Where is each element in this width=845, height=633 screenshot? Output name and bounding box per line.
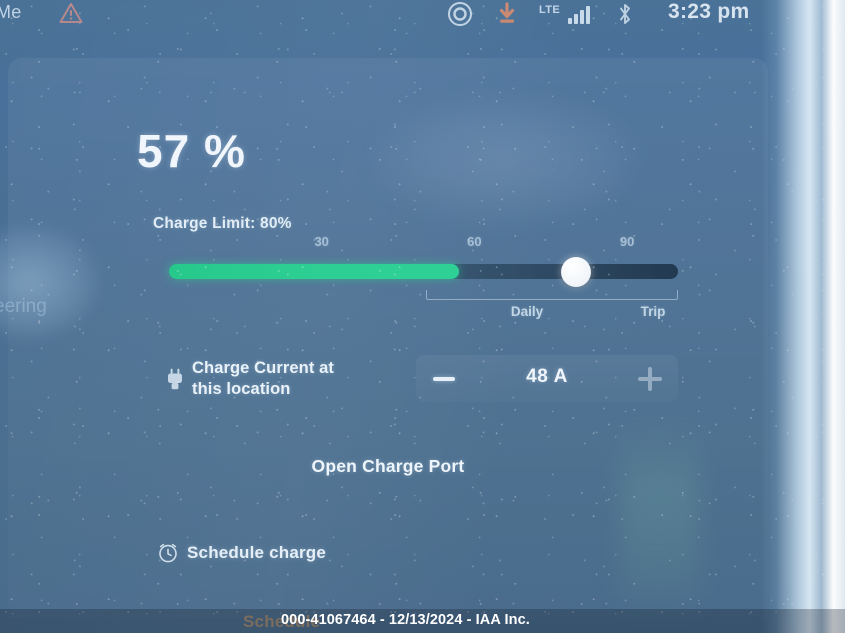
charge-limit-slider[interactable]: 30 60 90 Daily Trip: [8, 228, 768, 328]
charge-current-stepper: 48 A: [416, 355, 678, 402]
slider-mode-trip-label: Trip: [640, 304, 666, 319]
record-circle-icon: [447, 1, 473, 27]
status-bar-profile-label[interactable]: Me: [0, 2, 21, 23]
open-charge-port-button[interactable]: Open Charge Port: [8, 456, 768, 477]
charge-current-label-line1: Charge Current at: [192, 359, 334, 377]
download-arrow-icon[interactable]: [494, 2, 520, 26]
auction-watermark-bar: 000-41067464 - 12/13/2024 - IAA Inc.: [0, 609, 845, 633]
slider-track[interactable]: [169, 264, 678, 279]
plus-icon: [638, 366, 662, 391]
charge-current-label: Charge Current at this location: [192, 358, 402, 400]
charge-plug-icon: [166, 368, 184, 392]
charging-panel: 57 % Charge Limit: 80% 30 60 90 Daily Tr…: [8, 58, 768, 618]
clock-time-label: 3:23 pm: [668, 0, 750, 23]
steering-menu-partial-label[interactable]: eering: [0, 296, 47, 318]
slider-tick-30: 30: [314, 234, 329, 249]
schedule-charge-button[interactable]: Schedule charge: [158, 540, 326, 566]
network-type-label: LTE: [539, 4, 561, 16]
bluetooth-icon[interactable]: [615, 2, 635, 26]
daily-trip-bracket: [426, 290, 678, 300]
increase-current-button[interactable]: [622, 355, 678, 402]
slider-knob[interactable]: [561, 257, 592, 287]
battery-percentage: 57 %: [137, 125, 246, 177]
slider-mode-daily-label: Daily: [510, 304, 544, 319]
signal-bars-icon: [568, 4, 600, 24]
slider-fill: [169, 264, 460, 279]
slider-tick-90: 90: [619, 234, 635, 249]
warning-triangle-icon[interactable]: [58, 2, 84, 24]
alarm-clock-icon: [158, 543, 178, 563]
slider-tick-60: 60: [467, 234, 482, 249]
auction-watermark-text: 000-41067464 - 12/13/2024 - IAA Inc.: [281, 612, 530, 628]
status-bar: Me LTE 3:23 pm: [0, 0, 845, 30]
screen-bezel-glare-right: [761, 0, 845, 633]
schedule-charge-label: Schedule charge: [187, 543, 327, 562]
charge-current-label-line2: this location: [192, 380, 291, 398]
vehicle-touchscreen: Me LTE 3:23 pm 57 % Charge Limit: 80% 30…: [0, 0, 845, 633]
